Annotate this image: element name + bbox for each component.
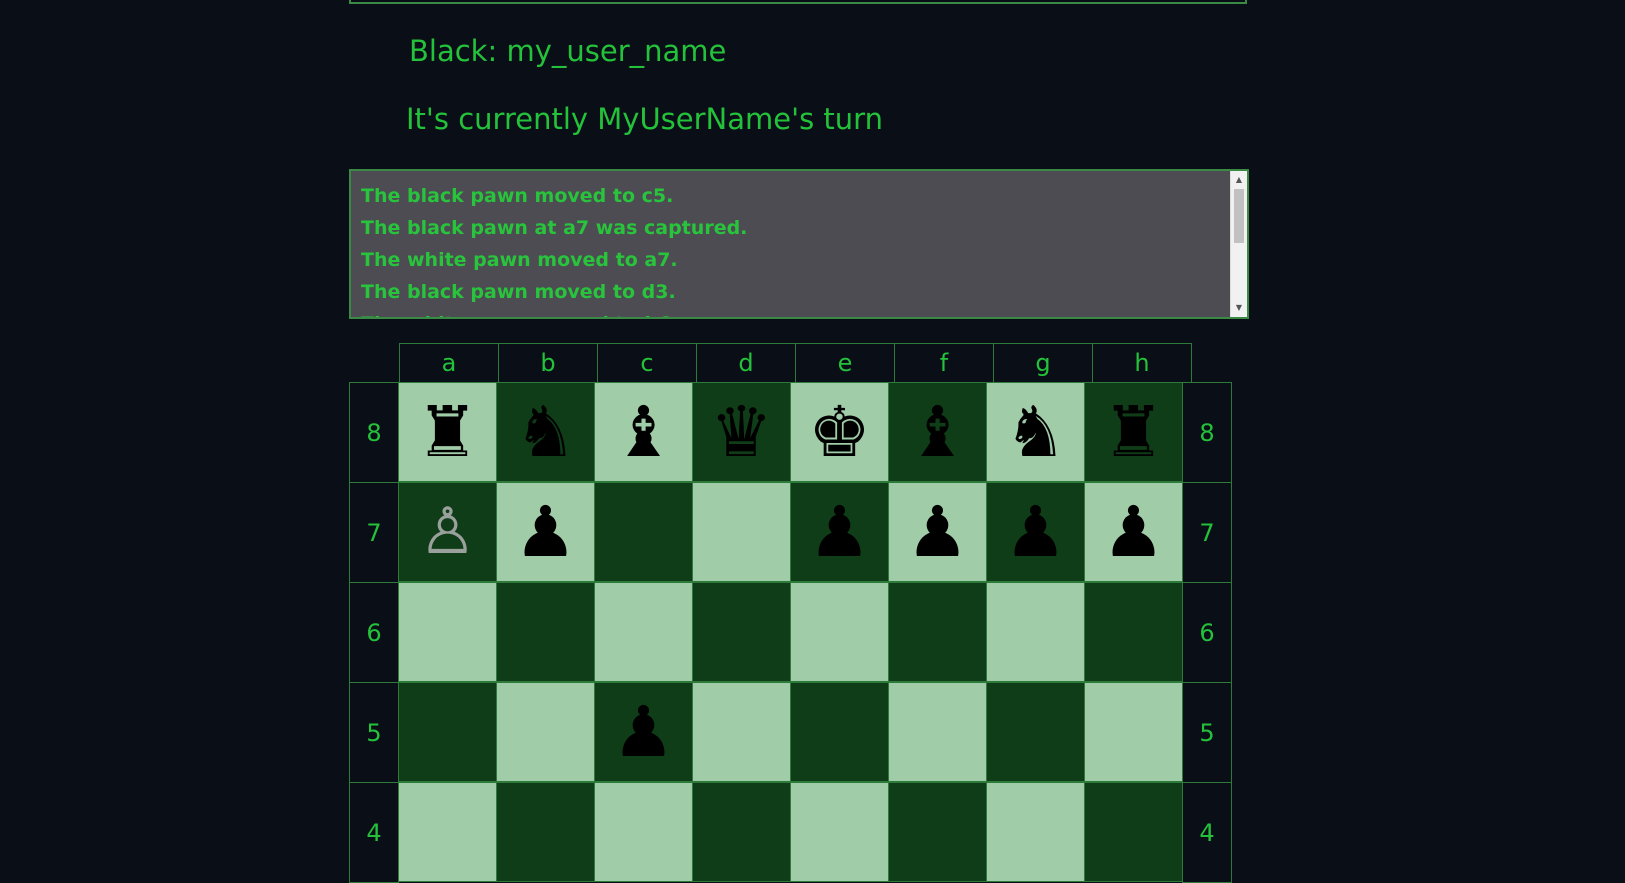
square-g6[interactable]: [986, 582, 1085, 682]
rank-label-right: 4: [1182, 782, 1232, 883]
square-c7[interactable]: [594, 482, 693, 582]
square-h6[interactable]: [1084, 582, 1183, 682]
rank-label-left: 8: [349, 382, 399, 483]
black-bishop-icon[interactable]: ♝: [612, 397, 675, 467]
log-line: The white pawn moved to a7.: [361, 249, 678, 271]
square-f5[interactable]: [888, 682, 987, 782]
scroll-up-arrow-icon[interactable]: ▲: [1231, 173, 1247, 187]
rank-label-left: 5: [349, 682, 399, 783]
white-pawn-icon[interactable]: ♙: [419, 500, 476, 564]
rank-label-left: 4: [349, 782, 399, 883]
square-b6[interactable]: [496, 582, 595, 682]
square-h4[interactable]: [1084, 782, 1183, 882]
file-label-b: b: [498, 343, 598, 383]
square-d6[interactable]: [692, 582, 791, 682]
log-line: The white pawn moved to b6.: [361, 308, 1247, 317]
square-b8[interactable]: ♞: [496, 382, 595, 482]
file-label-a: a: [399, 343, 499, 383]
player-label: Black: my_user_name: [409, 34, 727, 68]
square-f8[interactable]: ♝: [888, 382, 987, 482]
file-label-d: d: [696, 343, 796, 383]
black-pawn-icon[interactable]: ♟: [612, 697, 675, 767]
black-pawn-icon[interactable]: ♟: [808, 497, 871, 567]
square-e6[interactable]: [790, 582, 889, 682]
log-line: The black pawn moved to d3.: [361, 281, 676, 303]
square-b7[interactable]: ♟: [496, 482, 595, 582]
square-g4[interactable]: [986, 782, 1085, 882]
black-bishop-icon[interactable]: ♝: [906, 397, 969, 467]
file-label-f: f: [894, 343, 994, 383]
black-rook-icon[interactable]: ♜: [416, 397, 479, 467]
square-f7[interactable]: ♟: [888, 482, 987, 582]
square-d4[interactable]: [692, 782, 791, 882]
file-labels-row: abcdefgh: [399, 343, 1192, 383]
rank-label-left: 7: [349, 482, 399, 583]
square-d8[interactable]: ♛: [692, 382, 791, 482]
square-b4[interactable]: [496, 782, 595, 882]
square-e7[interactable]: ♟: [790, 482, 889, 582]
move-log[interactable]: The black pawn moved to c5. The black pa…: [349, 169, 1249, 319]
square-a6[interactable]: [398, 582, 497, 682]
rank-label-right: 5: [1182, 682, 1232, 783]
square-g7[interactable]: ♟: [986, 482, 1085, 582]
square-g8[interactable]: ♞: [986, 382, 1085, 482]
square-g5[interactable]: [986, 682, 1085, 782]
square-c8[interactable]: ♝: [594, 382, 693, 482]
black-rook-icon[interactable]: ♜: [1102, 397, 1165, 467]
square-c4[interactable]: [594, 782, 693, 882]
rank-row-8: 8 ♜ ♞ ♝ ♛ ♚ ♝ ♞ ♜ 8: [349, 382, 1232, 483]
square-a5[interactable]: [398, 682, 497, 782]
square-f6[interactable]: [888, 582, 987, 682]
black-knight-icon[interactable]: ♞: [514, 397, 577, 467]
top-panel-border: [349, 0, 1247, 4]
black-queen-icon[interactable]: ♛: [710, 397, 773, 467]
square-a8[interactable]: ♜: [398, 382, 497, 482]
square-f4[interactable]: [888, 782, 987, 882]
black-pawn-icon[interactable]: ♟: [1102, 497, 1165, 567]
scroll-thumb[interactable]: [1234, 189, 1244, 243]
rank-label-right: 6: [1182, 582, 1232, 683]
square-d5[interactable]: [692, 682, 791, 782]
rank-row-7: 7 ♙ ♟ ♟ ♟ ♟ ♟ 7: [349, 482, 1232, 583]
rank-label-right: 8: [1182, 382, 1232, 483]
square-a4[interactable]: [398, 782, 497, 882]
move-log-lines: The black pawn moved to c5. The black pa…: [351, 171, 1247, 317]
rank-label-right: 7: [1182, 482, 1232, 583]
square-h8[interactable]: ♜: [1084, 382, 1183, 482]
black-pawn-icon[interactable]: ♟: [906, 497, 969, 567]
black-pawn-icon[interactable]: ♟: [1004, 497, 1067, 567]
rank-row-5: 5 ♟ 5: [349, 682, 1232, 783]
black-king-icon[interactable]: ♚: [808, 397, 871, 467]
square-b5[interactable]: [496, 682, 595, 782]
turn-indicator: It's currently MyUserName's turn: [406, 102, 883, 136]
rank-label-left: 6: [349, 582, 399, 683]
square-h5[interactable]: [1084, 682, 1183, 782]
square-e8[interactable]: ♚: [790, 382, 889, 482]
square-c6[interactable]: [594, 582, 693, 682]
file-label-e: e: [795, 343, 895, 383]
square-h7[interactable]: ♟: [1084, 482, 1183, 582]
square-e4[interactable]: [790, 782, 889, 882]
file-label-h: h: [1092, 343, 1192, 383]
log-line: The black pawn moved to c5.: [361, 185, 674, 207]
black-pawn-icon[interactable]: ♟: [514, 497, 577, 567]
square-a7[interactable]: ♙: [398, 482, 497, 582]
square-c5[interactable]: ♟: [594, 682, 693, 782]
file-label-g: g: [993, 343, 1093, 383]
square-d7[interactable]: [692, 482, 791, 582]
log-line: The black pawn at a7 was captured.: [361, 217, 748, 239]
rank-row-4: 44: [349, 782, 1232, 883]
file-label-c: c: [597, 343, 697, 383]
square-e5[interactable]: [790, 682, 889, 782]
black-knight-icon[interactable]: ♞: [1004, 397, 1067, 467]
log-scrollbar[interactable]: ▲ ▼: [1230, 171, 1247, 317]
scroll-down-arrow-icon[interactable]: ▼: [1231, 301, 1247, 315]
rank-row-6: 66: [349, 582, 1232, 683]
chess-board: 8 ♜ ♞ ♝ ♛ ♚ ♝ ♞ ♜ 8 7 ♙ ♟ ♟ ♟ ♟ ♟ 7 6 6 5 ♟ 5 4 4: [349, 382, 1232, 883]
